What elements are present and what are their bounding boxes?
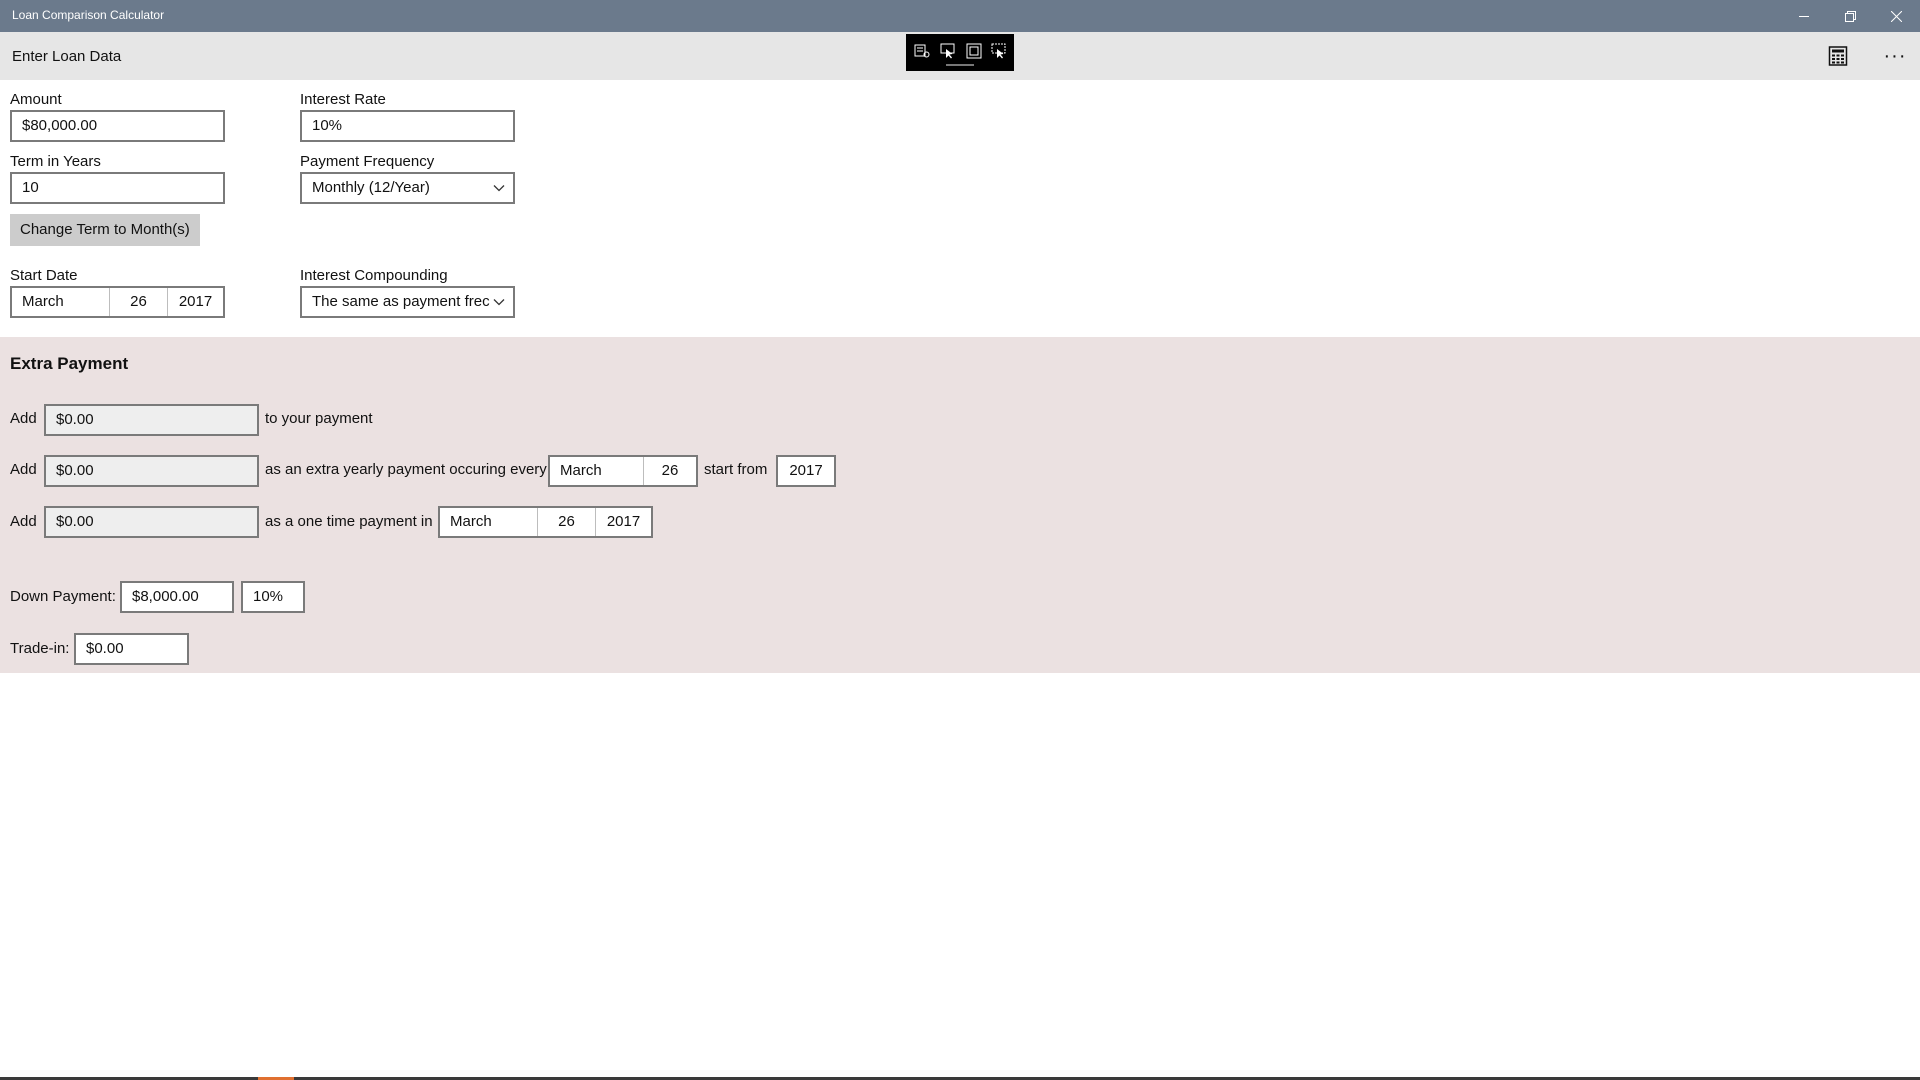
start-date-picker[interactable]: March 26 2017 [10,286,225,318]
add-label: Add [10,513,37,530]
amount-input[interactable]: $80,000.00 [10,110,225,142]
calculator-button[interactable] [1818,40,1858,72]
term-label: Term in Years [10,153,101,170]
add-label: Add [10,410,37,427]
down-payment-input[interactable]: $8,000.00 [120,581,234,613]
extra-monthly-input[interactable]: $0.00 [44,404,259,436]
title-bar: Loan Comparison Calculator [0,0,1920,32]
trade-in-label: Trade-in: [10,640,70,657]
start-date-day[interactable]: 26 [109,288,167,316]
down-payment-label: Down Payment: [10,588,116,605]
visual-tree-icon [914,44,930,58]
page-title: Enter Loan Data [12,48,122,65]
amount-label: Amount [10,91,62,108]
close-icon [1890,10,1902,22]
term-input[interactable]: 10 [10,172,225,204]
start-date-year[interactable]: 2017 [167,288,223,316]
extra-monthly-suffix: to your payment [265,410,373,427]
start-date-month[interactable]: March [12,288,109,316]
interest-rate-input[interactable]: 10% [300,110,515,142]
more-button[interactable]: ··· [1875,40,1915,72]
calculator-icon [1828,46,1848,66]
chevron-down-icon [493,185,505,192]
interest-compounding-label: Interest Compounding [300,267,448,284]
extra-onetime-input[interactable]: $0.00 [44,506,259,538]
close-button[interactable] [1873,0,1919,32]
payment-frequency-select[interactable]: Monthly (12/Year) [300,172,515,204]
start-from-label: start from [704,461,768,478]
add-label: Add [10,461,37,478]
restore-icon [1844,10,1856,22]
interest-compounding-select[interactable]: The same as payment frec [300,286,515,318]
extra-yearly-start-year[interactable]: 2017 [776,455,836,487]
layout-adorner-icon [966,43,982,59]
payment-frequency-label: Payment Frequency [300,153,435,170]
minimize-icon [1799,16,1809,17]
start-date-label: Start Date [10,267,78,284]
interest-compounding-value: The same as payment frec [312,293,490,310]
select-element-button[interactable] [938,41,958,61]
extra-onetime-year[interactable]: 2017 [595,508,651,536]
extra-yearly-text: as an extra yearly payment occuring ever… [265,461,547,478]
debug-toolbar [906,34,1014,71]
extra-yearly-month[interactable]: March [550,457,643,485]
extra-onetime-month[interactable]: March [440,508,537,536]
payment-frequency-value: Monthly (12/Year) [312,179,430,196]
down-payment-percent-input[interactable]: 10% [241,581,305,613]
chevron-down-icon [493,299,505,306]
interest-rate-label: Interest Rate [300,91,386,108]
track-focus-icon [991,43,1006,59]
extra-yearly-day[interactable]: 26 [643,457,696,485]
layout-adorner-button[interactable] [964,41,984,61]
visual-tree-button[interactable] [912,41,932,61]
restore-button[interactable] [1827,0,1873,32]
extra-onetime-text: as a one time payment in [265,513,433,530]
window-title: Loan Comparison Calculator [12,8,165,22]
extra-yearly-date-picker[interactable]: March 26 [548,455,698,487]
more-icon: ··· [1883,44,1907,67]
extra-payment-section [0,337,1920,673]
trade-in-input[interactable]: $0.00 [74,633,189,665]
extra-onetime-date-picker[interactable]: March 26 2017 [438,506,653,538]
select-element-icon [940,43,955,59]
extra-payment-title: Extra Payment [10,354,129,373]
minimize-button[interactable] [1781,0,1827,32]
toolbar-grip[interactable] [946,64,974,66]
extra-onetime-day[interactable]: 26 [537,508,595,536]
change-term-button[interactable]: Change Term to Month(s) [10,214,200,246]
track-focus-button[interactable] [989,41,1009,61]
extra-yearly-input[interactable]: $0.00 [44,455,259,487]
